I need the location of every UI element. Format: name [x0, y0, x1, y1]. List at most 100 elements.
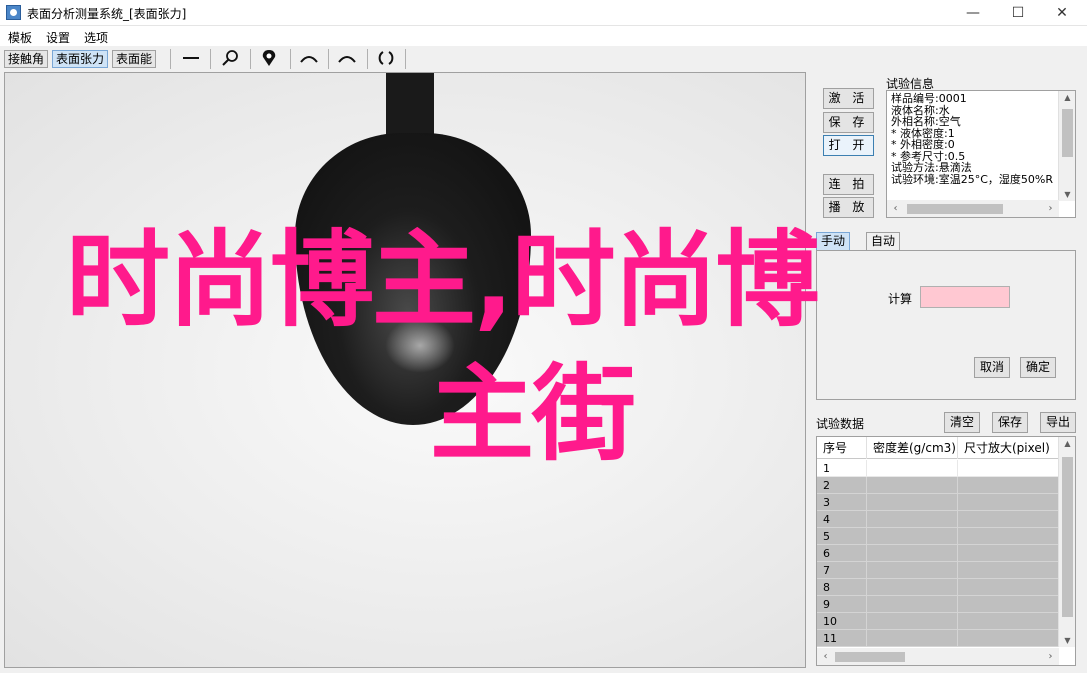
- table-row[interactable]: 1: [817, 460, 1059, 477]
- locate-pin-icon[interactable]: [254, 48, 284, 70]
- toolbar-separator: [290, 49, 291, 69]
- size-scale-cell[interactable]: [958, 494, 1059, 511]
- info-vertical-scrollbar[interactable]: ▲ ▼: [1058, 91, 1075, 201]
- row-index-cell[interactable]: 9: [817, 596, 867, 613]
- row-index-cell[interactable]: 6: [817, 545, 867, 562]
- table-row[interactable]: 11: [817, 630, 1059, 647]
- density-diff-cell[interactable]: [867, 562, 958, 579]
- maximize-button[interactable]: ☐: [998, 2, 1038, 24]
- table-row[interactable]: 8: [817, 579, 1059, 596]
- density-diff-cell[interactable]: [867, 494, 958, 511]
- scroll-up-icon[interactable]: ▲: [1059, 439, 1075, 448]
- scroll-right-icon[interactable]: ›: [1042, 200, 1059, 217]
- test-data-table[interactable]: 序号 密度差(g/cm3) 尺寸放大(pixel) 1 2 3 4 5 6 7 8 9 10 11 …: [816, 436, 1076, 666]
- scroll-thumb[interactable]: [1062, 109, 1073, 157]
- table-row[interactable]: 2: [817, 477, 1059, 494]
- size-scale-cell[interactable]: [958, 545, 1059, 562]
- table-row[interactable]: 3: [817, 494, 1059, 511]
- table-row[interactable]: 4: [817, 511, 1059, 528]
- size-scale-cell[interactable]: [958, 596, 1059, 613]
- density-diff-cell[interactable]: [867, 613, 958, 630]
- tab-contact-angle[interactable]: 接触角: [4, 50, 49, 68]
- close-button[interactable]: ✕: [1042, 2, 1082, 24]
- droplet-image-viewer[interactable]: [4, 72, 806, 668]
- experiment-info-box[interactable]: 样品编号:0001 液体名称:水 外相名称:空气 * 液体密度:1 * 外相密度…: [886, 90, 1076, 218]
- density-diff-cell[interactable]: [867, 545, 958, 562]
- scroll-right-icon[interactable]: ›: [1042, 648, 1059, 665]
- column-header-density-diff[interactable]: 密度差(g/cm3): [867, 437, 958, 459]
- save-data-button[interactable]: 保存: [992, 412, 1028, 433]
- minimize-button[interactable]: —: [953, 2, 993, 24]
- info-line: 外相名称:空气: [891, 115, 961, 128]
- size-scale-cell[interactable]: [958, 562, 1059, 579]
- zoom-icon[interactable]: [215, 48, 245, 70]
- scroll-thumb[interactable]: [835, 652, 905, 662]
- arc-right-icon[interactable]: [332, 48, 362, 70]
- menu-options[interactable]: 选项: [84, 29, 108, 46]
- scroll-down-icon[interactable]: ▼: [1059, 190, 1075, 199]
- scroll-up-icon[interactable]: ▲: [1059, 93, 1075, 102]
- open-button[interactable]: 打 开: [823, 135, 874, 156]
- rotate-icon[interactable]: [371, 48, 401, 70]
- table-row[interactable]: 10: [817, 613, 1059, 630]
- row-index-cell[interactable]: 7: [817, 562, 867, 579]
- size-scale-cell[interactable]: [958, 579, 1059, 596]
- row-index-cell[interactable]: 1: [817, 460, 867, 477]
- clear-button[interactable]: 清空: [944, 412, 980, 433]
- row-index-cell[interactable]: 11: [817, 630, 867, 647]
- density-diff-cell[interactable]: [867, 528, 958, 545]
- arc-left-icon[interactable]: [294, 48, 324, 70]
- calc-result-field[interactable]: [920, 286, 1010, 308]
- density-diff-cell[interactable]: [867, 579, 958, 596]
- size-scale-cell[interactable]: [958, 528, 1059, 545]
- tab-surface-tension[interactable]: 表面张力: [52, 50, 109, 68]
- scroll-thumb[interactable]: [1062, 457, 1073, 617]
- density-diff-cell[interactable]: [867, 460, 958, 477]
- row-index-cell[interactable]: 10: [817, 613, 867, 630]
- table-row[interactable]: 6: [817, 545, 1059, 562]
- column-header-index[interactable]: 序号: [817, 437, 867, 459]
- menu-template[interactable]: 模板: [8, 29, 32, 46]
- density-diff-cell[interactable]: [867, 477, 958, 494]
- row-index-cell[interactable]: 8: [817, 579, 867, 596]
- tab-surface-energy[interactable]: 表面能: [112, 50, 157, 68]
- row-index-cell[interactable]: 5: [817, 528, 867, 545]
- density-diff-cell[interactable]: [867, 596, 958, 613]
- scroll-left-icon[interactable]: ‹: [817, 648, 834, 665]
- scroll-down-icon[interactable]: ▼: [1059, 636, 1075, 645]
- play-button[interactable]: 播 放: [823, 197, 874, 218]
- overlay-text-line1: 时尚博主,时尚博: [66, 219, 820, 341]
- table-row[interactable]: 9: [817, 596, 1059, 613]
- table-row[interactable]: 5: [817, 528, 1059, 545]
- cancel-button[interactable]: 取消: [974, 357, 1010, 378]
- scroll-left-icon[interactable]: ‹: [887, 200, 904, 217]
- line-tool-icon[interactable]: [176, 48, 206, 70]
- row-index-cell[interactable]: 4: [817, 511, 867, 528]
- table-horizontal-scrollbar[interactable]: ‹ ›: [817, 648, 1059, 665]
- info-line: 样品编号:0001: [891, 92, 967, 105]
- continuous-shot-button[interactable]: 连 拍: [823, 174, 874, 195]
- confirm-button[interactable]: 确定: [1020, 357, 1056, 378]
- table-row[interactable]: 7: [817, 562, 1059, 579]
- size-scale-cell[interactable]: [958, 630, 1059, 647]
- info-horizontal-scrollbar[interactable]: ‹ ›: [887, 200, 1059, 217]
- size-scale-cell[interactable]: [958, 511, 1059, 528]
- menu-settings[interactable]: 设置: [46, 29, 70, 46]
- size-scale-cell[interactable]: [958, 477, 1059, 494]
- row-index-cell[interactable]: 2: [817, 477, 867, 494]
- detect-button[interactable]: 激 活: [823, 88, 874, 109]
- size-scale-cell[interactable]: [958, 613, 1059, 630]
- table-vertical-scrollbar[interactable]: ▲ ▼: [1058, 437, 1075, 647]
- density-diff-cell[interactable]: [867, 630, 958, 647]
- tab-manual[interactable]: 手动: [816, 232, 851, 251]
- density-diff-cell[interactable]: [867, 511, 958, 528]
- export-button[interactable]: 导出: [1040, 412, 1076, 433]
- save-button[interactable]: 保 存: [823, 112, 874, 133]
- tab-auto[interactable]: 自动: [866, 232, 901, 251]
- row-index-cell[interactable]: 3: [817, 494, 867, 511]
- scroll-thumb[interactable]: [907, 204, 1003, 214]
- size-scale-cell[interactable]: [958, 460, 1059, 477]
- column-header-size-scale[interactable]: 尺寸放大(pixel): [958, 437, 1059, 459]
- info-line: 试验环境:室温25°C，湿度50%R: [891, 172, 1053, 186]
- toolbar-separator: [367, 49, 368, 69]
